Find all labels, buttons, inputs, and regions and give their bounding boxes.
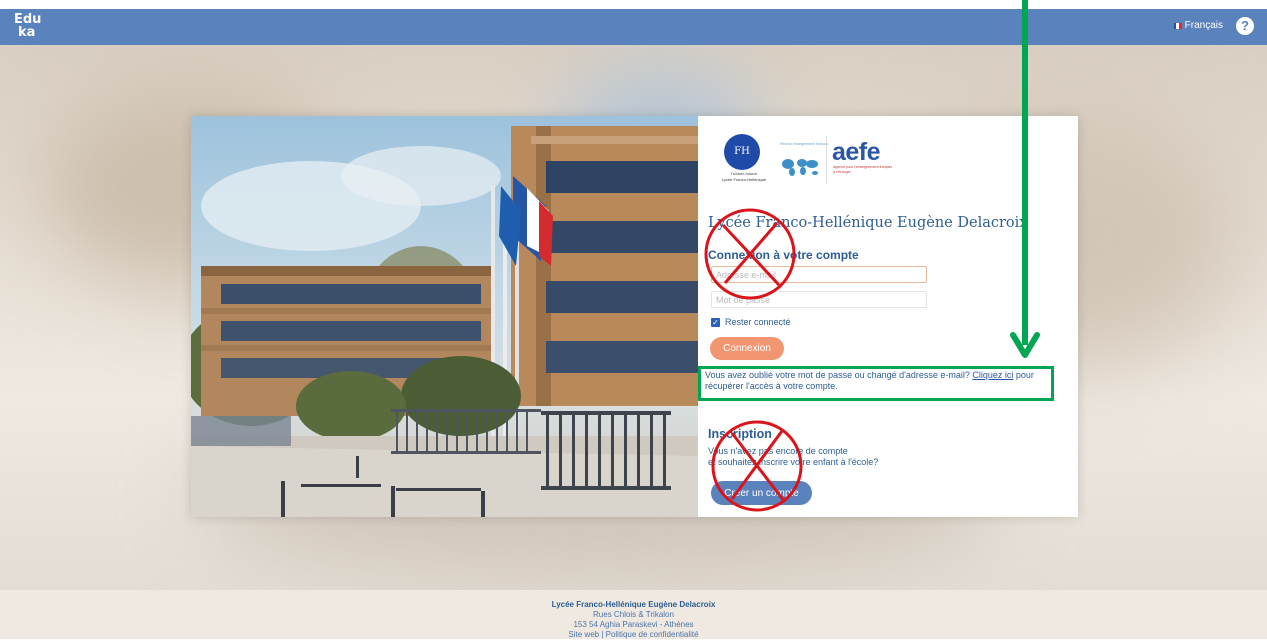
login-button[interactable]: Connexion (710, 337, 784, 360)
aefe-logo: aefe (832, 138, 881, 166)
inscription-text-line-2: et souhaitez inscrire votre enfant à l'é… (708, 457, 879, 467)
password-field[interactable] (711, 291, 927, 308)
login-heading: Connexion à votre compte (708, 248, 859, 262)
page-footer: Lycée Franco-Hellénique Eugène Delacroix… (0, 590, 1267, 639)
inscription-text: Vous n'avez pas encore de compte et souh… (708, 446, 918, 468)
logo-divider (826, 136, 827, 184)
footer-address-line-2: 153 54 Aghia Paraskevi - Athènes (573, 620, 694, 629)
create-account-button[interactable]: Créer un compte (711, 481, 812, 505)
network-tagline: Réseau enseignement français (780, 142, 829, 146)
school-building-photo (191, 116, 698, 517)
footer-address-line-1: Rues Chlois & Trikalon (593, 610, 674, 619)
email-field[interactable] (711, 266, 927, 283)
footer-school-name: Lycée Franco-Hellénique Eugène Delacroix (551, 600, 716, 609)
logo-line-2: ka (18, 25, 36, 40)
checkbox-checked-icon[interactable]: ✓ (711, 317, 720, 327)
green-arrow-icon (1010, 0, 1040, 358)
forgot-password-highlight-box (698, 366, 1054, 401)
lfh-caption-french: Lycée Franco-Hellénique (721, 177, 767, 182)
inscription-heading: Inscription (708, 427, 772, 441)
aefe-subtitle: Agence pour l'enseignement français à l'… (833, 165, 893, 174)
lfh-caption-greek: Γαλλικό Λύκειο (730, 171, 758, 176)
inscription-text-line-1: Vous n'avez pas encore de compte (708, 446, 848, 456)
login-card: FH Γαλλικό Λύκειο Lycée Franco-Helléniqu… (191, 116, 1078, 517)
world-map-icon (782, 159, 818, 176)
top-navigation-bar: Edu ka Français ? (0, 9, 1267, 45)
help-icon[interactable]: ? (1236, 17, 1254, 35)
french-flag-icon (1173, 22, 1182, 29)
language-selector[interactable]: Français (1173, 20, 1223, 31)
remember-me-label: Rester connecté (725, 317, 791, 327)
remember-me-checkbox[interactable]: ✓ Rester connecté (711, 317, 791, 327)
language-label: Français (1184, 20, 1223, 31)
school-title: Lycée Franco-Hellénique Eugène Delacroix (708, 215, 1028, 231)
eduka-logo[interactable]: Edu ka (14, 9, 50, 45)
lfh-logo: FH (724, 134, 760, 170)
brand-logos: FH Γαλλικό Λύκειο Lycée Franco-Helléniqu… (720, 134, 900, 198)
